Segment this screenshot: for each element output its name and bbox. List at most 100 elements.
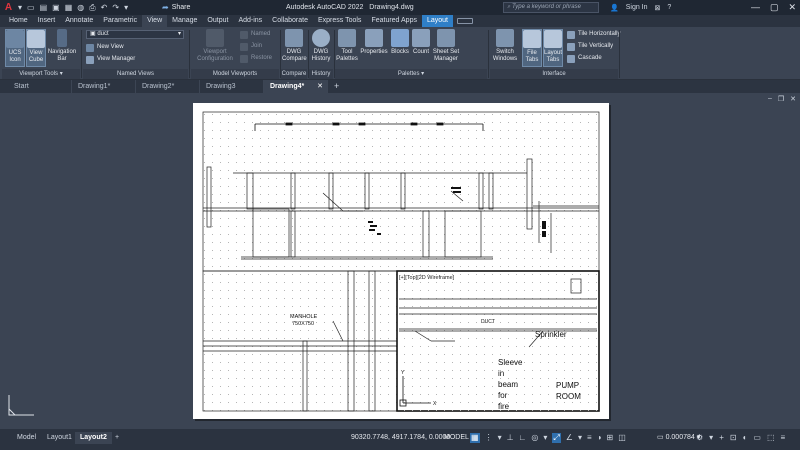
doc-tab-drawing1[interactable]: Drawing1* [72, 80, 136, 93]
object-snap-tracking-icon[interactable]: ∠ [566, 433, 573, 443]
undo-icon[interactable]: ↶ [101, 2, 108, 13]
tab-express-tools[interactable]: Express Tools [313, 15, 366, 27]
properties-button[interactable]: Properties [359, 29, 389, 67]
hardware-acceleration-icon[interactable]: ▭ [753, 433, 761, 443]
lineweight-icon[interactable]: ≡ [587, 433, 592, 443]
share-button[interactable]: ➦ Share [162, 2, 190, 13]
autodesk-app-store-icon[interactable]: ⊠ [655, 4, 661, 12]
osnap-icon[interactable]: ⤢ [552, 433, 561, 443]
customize-icon[interactable]: ≡ [781, 433, 786, 443]
ortho-icon[interactable]: ∟ [519, 433, 527, 443]
named-view-dropdown[interactable]: ▣ duct ▾ [86, 30, 184, 39]
user-icon[interactable]: 👤 [610, 4, 619, 12]
web-icon[interactable]: ◍ [77, 2, 84, 13]
open-folder-icon[interactable]: ▤ [40, 2, 48, 13]
chevron-down-icon[interactable]: ▾ [543, 433, 547, 443]
doc-tab-drawing3[interactable]: Drawing3 [200, 80, 264, 93]
doc-tab-drawing2[interactable]: Drawing2* [136, 80, 200, 93]
minimize-drawing-icon[interactable]: – [768, 95, 772, 103]
dwg-compare-button[interactable]: DWG Compare [282, 29, 307, 67]
app-title: Autodesk AutoCAD 2022 [286, 4, 364, 11]
minimize-icon[interactable]: — [751, 1, 760, 14]
search-input[interactable]: ⌕ Type a keyword or phrase [503, 2, 599, 13]
annotation-icon[interactable]: ⊡ [730, 433, 737, 443]
view-cube-button[interactable]: View Cube [26, 29, 46, 67]
snap-icon[interactable]: ⋮ [485, 433, 493, 443]
named-viewports-button[interactable]: Named [240, 30, 270, 39]
print-icon[interactable]: ⎙ [89, 2, 95, 13]
more-icon[interactable]: ▾ [124, 2, 128, 13]
tab-featured-apps[interactable]: Featured Apps [366, 15, 422, 27]
sheet-set-manager-button[interactable]: Sheet Set Manager [432, 29, 460, 67]
new-tab-icon[interactable]: + [328, 80, 345, 93]
transparency-icon[interactable]: ◑ [597, 433, 602, 443]
join-viewports-button[interactable]: Join [240, 42, 262, 51]
redo-icon[interactable]: ↷ [112, 2, 119, 13]
ucs-icon-button[interactable]: UCS Icon [5, 29, 25, 67]
new-file-icon[interactable]: ▭ [27, 2, 35, 13]
viewport-scale[interactable]: ▭ 0.000784 ▾ [657, 433, 700, 443]
infer-constraints-icon[interactable]: ⊥ [507, 433, 514, 443]
layout-tab-model[interactable]: Model [12, 432, 41, 444]
navigation-bar-button[interactable]: Navigation Bar [46, 29, 78, 67]
annotation-monitor-icon[interactable]: ◫ [618, 433, 626, 443]
tab-parametric[interactable]: Parametric [98, 15, 142, 27]
layout-tabs-button[interactable]: Layout Tabs [543, 29, 563, 67]
save-icon[interactable]: ▣ [52, 2, 60, 13]
tab-add-ins[interactable]: Add-ins [233, 15, 267, 27]
tab-layout[interactable]: Layout [421, 15, 453, 27]
view-manager-button[interactable]: View Manager [86, 55, 135, 64]
polar-icon[interactable]: ◎ [531, 433, 538, 443]
count-button[interactable]: Count [411, 29, 431, 67]
panel-viewport-tools[interactable]: Viewport Tools ▾ [2, 69, 80, 79]
tab-collaborate[interactable]: Collaborate [267, 15, 313, 27]
tool-palettes-button[interactable]: Tool Palettes [336, 29, 358, 67]
file-tabs-button[interactable]: File Tabs [522, 29, 542, 67]
clean-screen-icon[interactable]: ⬚ [767, 433, 775, 443]
dwg-history-button[interactable]: DWG History [310, 29, 332, 67]
viewport-configuration-button[interactable]: Viewport Configuration [194, 29, 236, 67]
drawing-canvas[interactable]: – ❐ ✕ MANHOLE 750X750 [+][Top][2D Wirefr… [0, 93, 800, 429]
blocks-button[interactable]: Blocks [390, 29, 410, 67]
isolate-icon[interactable]: ◐ [743, 433, 748, 443]
close-icon[interactable]: ✕ [788, 1, 796, 14]
new-view-button[interactable]: New View [86, 43, 124, 52]
model-space-toggle[interactable]: MODEL [444, 433, 469, 443]
tab-output[interactable]: Output [202, 15, 233, 27]
maximize-icon[interactable]: ▢ [770, 1, 779, 14]
coordinates-readout[interactable]: 90320.7748, 4917.1784, 0.0000 [351, 433, 450, 443]
grid-icon[interactable]: ▦ [470, 433, 480, 443]
help-icon[interactable]: ? [667, 4, 671, 11]
autocad-logo-icon[interactable]: A [3, 2, 14, 13]
tab-manage[interactable]: Manage [167, 15, 202, 27]
layout-tab-layout2[interactable]: Layout2 [75, 432, 112, 444]
tab-view[interactable]: View [142, 15, 168, 27]
switch-windows-button[interactable]: Switch Windows [491, 29, 519, 67]
panel-palettes[interactable]: Palettes ▾ [335, 69, 487, 79]
tab-home[interactable]: Home [4, 15, 33, 27]
chevron-down-icon[interactable]: ▾ [498, 433, 502, 443]
ribbon-display-toggle-icon[interactable] [457, 18, 473, 24]
doc-tab-start[interactable]: Start [8, 80, 72, 93]
cascade-button[interactable]: Cascade [567, 54, 602, 63]
close-drawing-icon[interactable]: ✕ [790, 95, 796, 103]
workspace-gear-icon[interactable]: ⚙ [696, 433, 703, 443]
doc-tab-drawing4[interactable]: Drawing4* ✕ [264, 80, 328, 93]
chevron-down-icon[interactable]: ▾ [709, 433, 713, 443]
plus-icon[interactable]: + [719, 433, 724, 443]
sign-in-link[interactable]: Sign In [626, 4, 648, 11]
viewport-label[interactable]: [+][Top][2D Wireframe] [399, 275, 455, 281]
restore-drawing-icon[interactable]: ❐ [778, 95, 784, 103]
tile-vertically-button[interactable]: Tile Vertically [567, 42, 613, 51]
save-as-icon[interactable]: ▦ [65, 2, 73, 13]
close-tab-icon[interactable]: ✕ [317, 80, 323, 93]
selection-cycling-icon[interactable]: ⊞ [607, 433, 614, 443]
restore-viewports-button[interactable]: Restore [240, 54, 272, 63]
tile-horizontally-button[interactable]: Tile Horizontally [567, 30, 620, 39]
tab-annotate[interactable]: Annotate [60, 15, 98, 27]
menu-chevron-icon[interactable]: ▾ [18, 2, 22, 13]
chevron-down-icon[interactable]: ▾ [578, 433, 582, 443]
new-layout-icon[interactable]: + [110, 432, 124, 444]
layout-tab-layout1[interactable]: Layout1 [42, 432, 77, 444]
tab-insert[interactable]: Insert [33, 15, 61, 27]
